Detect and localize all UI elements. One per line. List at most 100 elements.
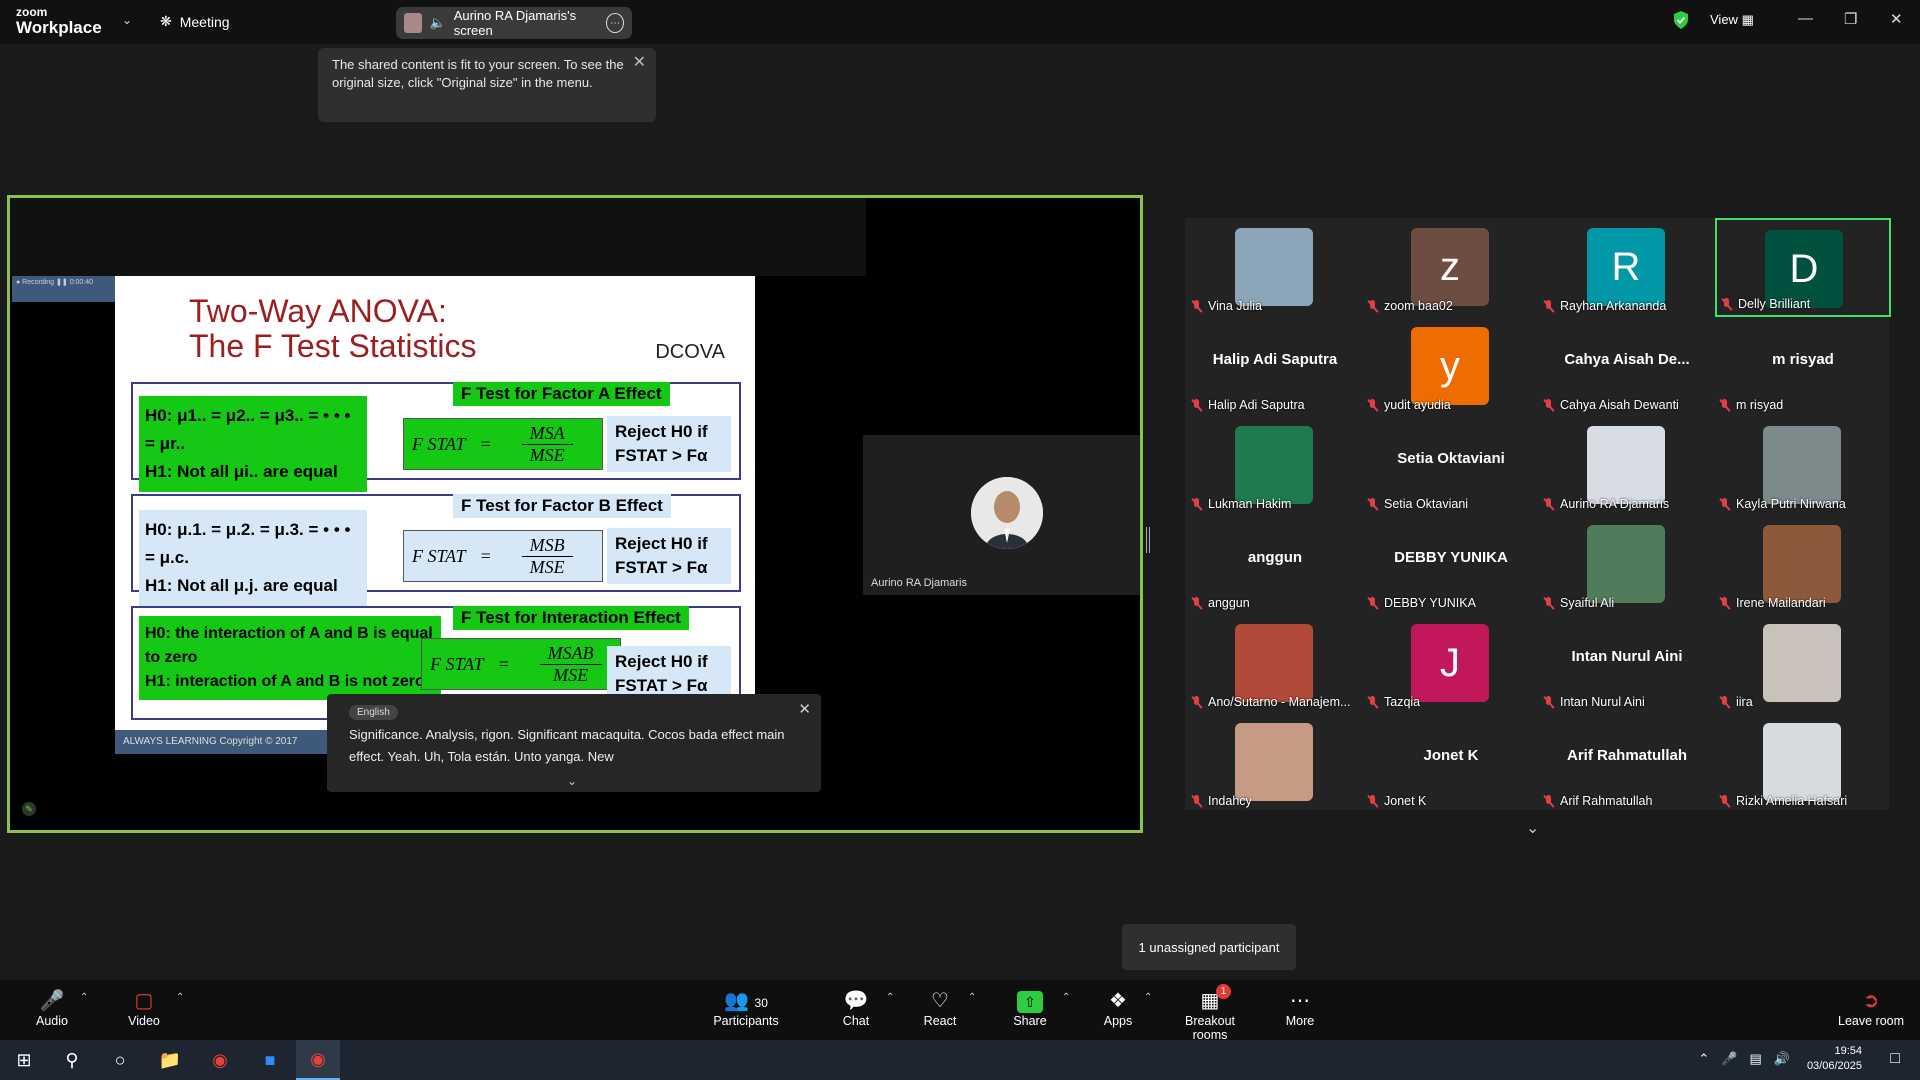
network-icon[interactable]: ▤ <box>1750 1051 1762 1067</box>
gallery-next-chevron-icon[interactable]: ⌄ <box>1526 818 1539 838</box>
restore-icon[interactable]: ❐ <box>1844 10 1857 28</box>
leave-room-button[interactable]: ➲ Leave room <box>1838 988 1904 1028</box>
task-view-icon[interactable]: ○ <box>98 1040 142 1080</box>
mic-muted-icon <box>1543 695 1554 709</box>
zoom-app-icon[interactable]: ■ <box>248 1040 292 1080</box>
participant-photo <box>1587 426 1665 504</box>
participant-tile[interactable]: Setia Oktaviani Setia Oktaviani <box>1363 416 1539 515</box>
breakout-rooms-icon: ▦ <box>1200 990 1220 1012</box>
participant-name: Jonet K <box>1384 794 1427 808</box>
participant-photo <box>1763 624 1841 702</box>
mic-muted-icon <box>1719 497 1730 511</box>
notification-icon[interactable]: □ <box>1890 1050 1900 1068</box>
participant-tile[interactable]: iira <box>1715 614 1891 713</box>
audio-button[interactable]: 🎤 Audio ⌃ <box>34 988 88 1028</box>
participant-tile[interactable]: DEBBY YUNIKA DEBBY YUNIKA <box>1363 515 1539 614</box>
video-button[interactable]: ▢ Video ⌃ <box>126 988 184 1028</box>
paw-icon: ❋ <box>160 13 172 29</box>
participant-name: Arif Rahmatullah <box>1560 794 1653 808</box>
more-button[interactable]: ⋯ More <box>1284 988 1316 1028</box>
tray-chevron-icon[interactable]: ⌃ <box>1698 1051 1709 1067</box>
participant-display-name: Jonet K <box>1423 747 1479 764</box>
mic-muted-icon <box>1367 398 1378 412</box>
apps-options-chevron-icon[interactable]: ⌃ <box>1144 992 1152 1003</box>
caption-language[interactable]: English <box>349 705 398 720</box>
view-button[interactable]: View ▦ <box>1710 12 1754 28</box>
participant-tile[interactable]: Arif Rahmatullah Arif Rahmatullah <box>1539 713 1715 812</box>
participant-tile[interactable]: Kayla Putri Nirwana <box>1715 416 1891 515</box>
participant-name: Vina Julia <box>1208 299 1262 313</box>
breakout-rooms-button[interactable]: ▦ 1 Breakout rooms <box>1166 984 1254 1042</box>
apps-button[interactable]: ❖ Apps ⌃ <box>1102 988 1153 1028</box>
participant-tile[interactable]: Aurino RA Djamaris <box>1539 416 1715 515</box>
participant-tile[interactable]: Jonet K Jonet K <box>1363 713 1539 812</box>
clock[interactable]: 19:54 03/06/2025 <box>1807 1044 1862 1074</box>
participant-tile[interactable]: Lukman Hakim <box>1187 416 1363 515</box>
mic-muted-icon <box>1719 794 1730 808</box>
close-icon[interactable]: ✕ <box>1890 10 1903 28</box>
participant-name: Delly Brilliant <box>1738 297 1811 311</box>
volume-icon[interactable]: 🔊 <box>1774 1051 1790 1067</box>
participant-photo <box>1763 426 1841 504</box>
share-button[interactable]: ⇧ Share ⌃ <box>1012 988 1070 1028</box>
chrome-active-icon[interactable]: ◉ <box>296 1040 340 1080</box>
react-button[interactable]: ♡ React ⌃ <box>922 988 977 1028</box>
chrome-icon[interactable]: ◉ <box>198 1040 242 1080</box>
participant-tile[interactable]: R Rayhan Arkananda <box>1539 218 1715 317</box>
search-icon[interactable]: ⚲ <box>50 1040 94 1080</box>
app-menu-chevron-icon[interactable]: ⌄ <box>122 13 132 27</box>
participant-tile[interactable]: Vina Julia <box>1187 218 1363 317</box>
participant-tile[interactable]: y yudit ayudia <box>1363 317 1539 416</box>
dcova-label: DCOVA <box>655 341 725 363</box>
close-icon[interactable]: ✕ <box>633 54 646 72</box>
title-bar: zoom Workplace ⌄ ❋ Meeting 🔈 Aurino RA D… <box>0 0 1920 44</box>
participant-tile[interactable]: Rizki Amelia Hafsari <box>1715 713 1891 812</box>
meeting-menu-button[interactable]: ❋ Meeting <box>160 13 230 30</box>
participants-button[interactable]: 👥 30 Participants <box>712 988 780 1028</box>
mic-muted-icon <box>1367 497 1378 511</box>
chevron-down-icon[interactable]: ⌄ <box>567 774 577 788</box>
presenter-video-tile[interactable]: Aurino RA Djamaris <box>863 435 1140 595</box>
file-explorer-icon[interactable]: 📁 <box>148 1040 192 1080</box>
resize-handle[interactable] <box>1146 527 1150 553</box>
gallery-view: Vina Julia z zoom baa02 R Rayhan Arkananda D D… <box>1185 218 1891 812</box>
participant-tile[interactable]: Ano/Sutarno - Manajem... <box>1187 614 1363 713</box>
mic-muted-icon <box>1191 695 1202 709</box>
participant-tile[interactable]: Halip Adi Saputra Halip Adi Saputra <box>1187 317 1363 416</box>
minimize-icon[interactable]: — <box>1798 10 1813 27</box>
mic-muted-icon <box>1191 794 1202 808</box>
chat-options-chevron-icon[interactable]: ⌃ <box>886 992 894 1003</box>
participant-tile[interactable]: D Delly Brilliant <box>1715 218 1891 317</box>
participant-name: yudit ayudia <box>1384 398 1451 412</box>
speaker-icon: 🔈 <box>429 15 446 30</box>
participant-photo <box>1235 426 1313 504</box>
participant-avatar: J <box>1411 624 1489 702</box>
more-options-icon[interactable]: ⋯ <box>606 13 624 33</box>
participant-tile[interactable]: z zoom baa02 <box>1363 218 1539 317</box>
video-options-chevron-icon[interactable]: ⌃ <box>176 992 184 1003</box>
share-options-chevron-icon[interactable]: ⌃ <box>1062 992 1070 1003</box>
participant-tile[interactable]: anggun anggun <box>1187 515 1363 614</box>
mic-muted-icon <box>1719 398 1730 412</box>
close-caption-icon[interactable]: ✕ <box>798 700 811 718</box>
chat-button[interactable]: 💬 Chat ⌃ <box>838 988 895 1028</box>
screen-share-pill[interactable]: 🔈 Aurino RA Djamaris's screen ⋯ <box>396 7 632 39</box>
windows-start-icon[interactable]: ⊞ <box>2 1040 46 1080</box>
participant-name: Kayla Putri Nirwana <box>1736 497 1846 511</box>
participant-tile[interactable]: Syaiful Ali <box>1539 515 1715 614</box>
fit-to-screen-tooltip: The shared content is fit to your screen… <box>318 48 656 122</box>
microphone-icon[interactable]: 🎤 <box>1721 1051 1737 1067</box>
participant-photo <box>1763 723 1841 801</box>
encryption-shield-icon[interactable] <box>1672 10 1690 30</box>
participant-tile[interactable]: Intan Nurul Aini Intan Nurul Aini <box>1539 614 1715 713</box>
annotate-icon[interactable]: ✎ <box>22 802 36 816</box>
participant-tile[interactable]: Irene Mailandari <box>1715 515 1891 614</box>
participant-tile[interactable]: m risyad m risyad <box>1715 317 1891 416</box>
participant-tile[interactable]: J Tazqia <box>1363 614 1539 713</box>
participant-tile[interactable]: Cahya Aisah De... Cahya Aisah Dewanti <box>1539 317 1715 416</box>
participant-display-name: m risyad <box>1772 351 1834 368</box>
participant-avatar: R <box>1587 228 1665 306</box>
audio-options-chevron-icon[interactable]: ⌃ <box>80 992 88 1003</box>
participant-tile[interactable]: Indahcy <box>1187 713 1363 812</box>
react-options-chevron-icon[interactable]: ⌃ <box>968 992 976 1003</box>
